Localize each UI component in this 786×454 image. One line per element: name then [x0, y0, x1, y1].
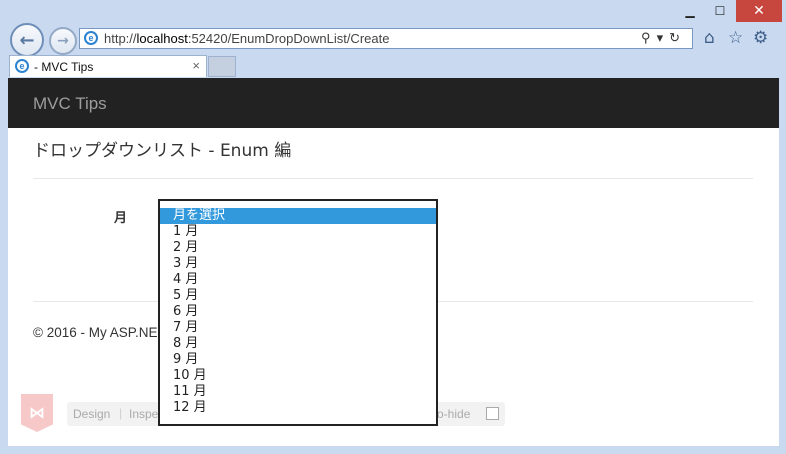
auto-hide-checkbox[interactable]	[486, 407, 499, 420]
close-window-button[interactable]: ✕	[736, 0, 782, 22]
page-title: ドロップダウンリスト - Enum 編	[33, 141, 292, 161]
dropdown-option[interactable]: 4 月	[160, 272, 436, 288]
arrow-left-icon: ←	[19, 29, 35, 51]
address-tools[interactable]: ⚲▾↻	[641, 30, 686, 46]
title-bar	[0, 0, 786, 28]
url-text[interactable]: http://localhost:52420/EnumDropDownList/…	[104, 31, 389, 46]
forward-button[interactable]: →	[49, 27, 77, 55]
dropdown-option[interactable]: 12 月	[160, 400, 436, 416]
tab-close-icon[interactable]: ×	[192, 58, 200, 73]
month-dropdown-list[interactable]: 月を選択 1 月 2 月 3 月 4 月 5 月 6 月 7 月 8 月 9 月…	[158, 199, 438, 426]
tab-ie-icon: e	[15, 59, 29, 73]
minimize-button[interactable]: ▁	[676, 0, 704, 22]
divider	[33, 178, 753, 179]
home-icon[interactable]: ⌂	[704, 29, 715, 47]
settings-gear-icon[interactable]: ⚙	[753, 29, 768, 47]
arrow-right-icon: →	[57, 33, 69, 49]
dropdown-option[interactable]: 11 月	[160, 384, 436, 400]
toolbar-separator: |	[119, 406, 123, 420]
site-navbar: MVC Tips	[8, 78, 779, 128]
dropdown-option-placeholder[interactable]: 月を選択	[160, 208, 436, 224]
back-button[interactable]: ←	[10, 23, 44, 57]
browser-tab[interactable]: e - MVC Tips ×	[9, 55, 207, 77]
url-host: localhost	[136, 31, 188, 46]
inspect-button[interactable]: Inspe	[129, 407, 158, 421]
ie-page-icon: e	[84, 31, 98, 45]
footer-copyright: © 2016 - My ASP.NE	[33, 325, 158, 340]
month-field-label: 月	[114, 211, 128, 226]
tab-title: - MVC Tips	[34, 60, 94, 74]
design-button[interactable]: Design	[73, 407, 110, 421]
dropdown-option[interactable]: 1 月	[160, 224, 436, 240]
url-path: :52420/EnumDropDownList/Create	[187, 31, 390, 46]
address-bar[interactable]: e http://localhost:52420/EnumDropDownLis…	[79, 28, 693, 49]
site-brand-link[interactable]: MVC Tips	[33, 94, 107, 114]
dropdown-option[interactable]: 8 月	[160, 336, 436, 352]
new-tab-button[interactable]	[208, 56, 236, 77]
dropdown-option[interactable]: 5 月	[160, 288, 436, 304]
dropdown-option[interactable]: 2 月	[160, 240, 436, 256]
favorites-star-icon[interactable]: ☆	[728, 29, 743, 47]
url-scheme: http://	[104, 31, 137, 46]
maximize-button[interactable]: ☐	[706, 0, 734, 22]
browser-link-logo-icon[interactable]: ⋈	[21, 394, 53, 432]
dropdown-option[interactable]: 9 月	[160, 352, 436, 368]
dropdown-option[interactable]: 7 月	[160, 320, 436, 336]
dropdown-option[interactable]: 6 月	[160, 304, 436, 320]
dropdown-option[interactable]: 3 月	[160, 256, 436, 272]
dropdown-option[interactable]: 10 月	[160, 368, 436, 384]
